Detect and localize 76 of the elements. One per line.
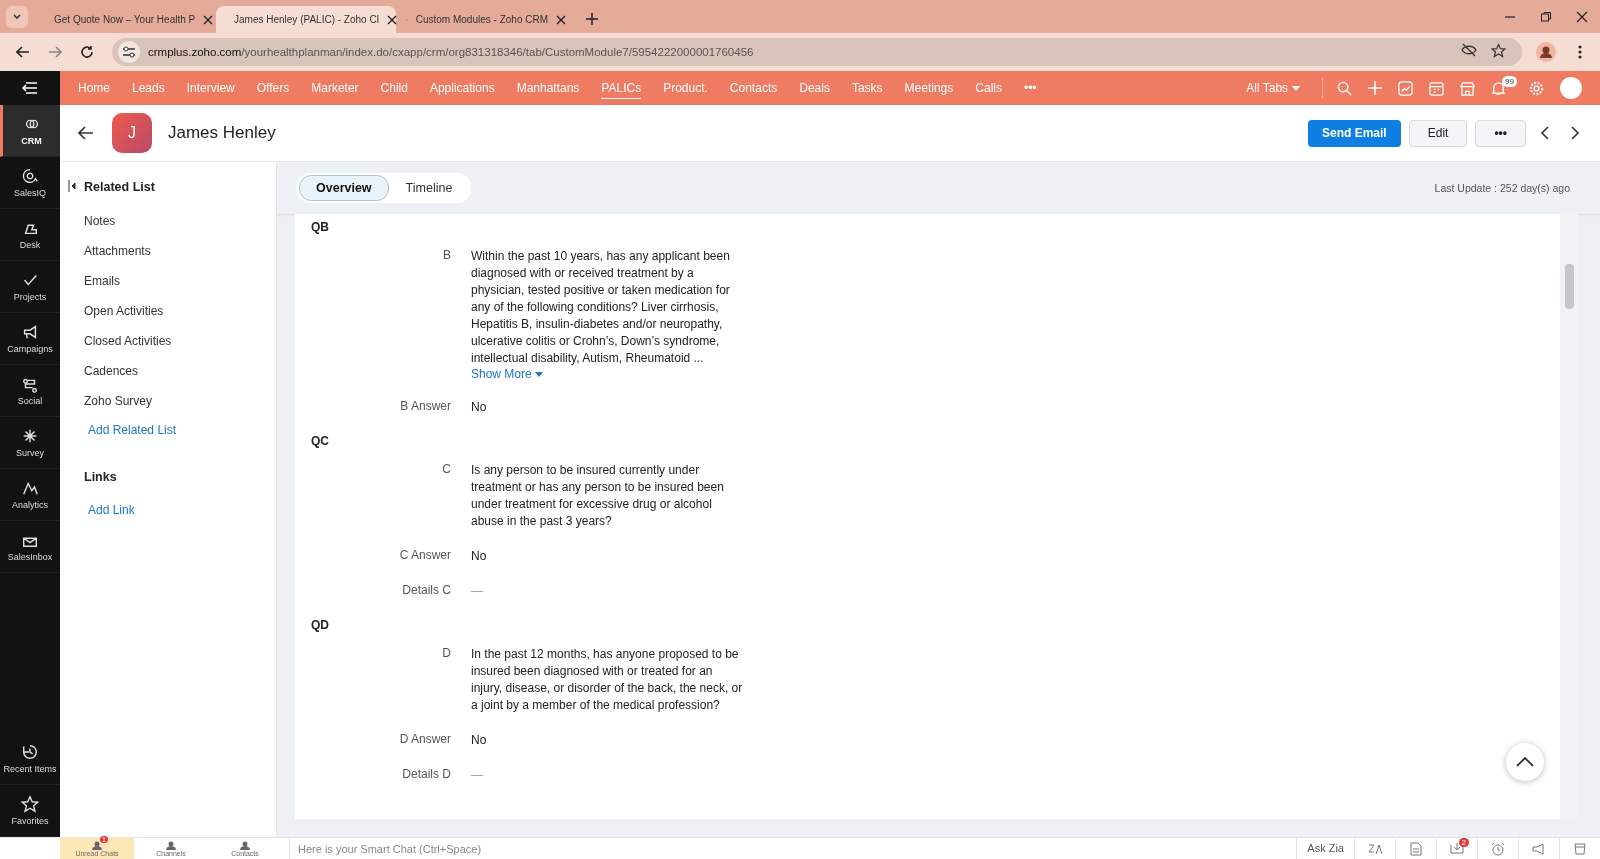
field-label: C Answer (398, 548, 451, 564)
app-icon (21, 427, 39, 445)
related-list-item[interactable]: Cadences (68, 356, 276, 386)
app-switcher-item[interactable]: SalesIQ (0, 157, 60, 209)
app-switcher-item[interactable]: SalesInbox (0, 521, 60, 573)
field-label: Details C (401, 583, 451, 599)
app-switcher-item[interactable]: Recent Items (0, 733, 60, 785)
field-label: C (441, 462, 451, 478)
app-switcher-item[interactable]: CRM (0, 105, 60, 157)
field-label: D (441, 646, 451, 662)
scroll-to-top-button[interactable] (1506, 743, 1544, 781)
notification-count-badge: 99 (1502, 75, 1517, 87)
related-list-item[interactable]: Emails (68, 266, 276, 296)
record-name: James Henley (168, 123, 276, 143)
chevron-up-icon (1516, 757, 1534, 767)
browser-tab[interactable]: Get Quote Now – Your Health P (36, 6, 216, 33)
field-value: Within the past 10 years, has any applicant been diagnosed with or received treatment by a physician, tested positive or taken medication for any of the following conditions? Liver cirrhosis, Hepatitis B, insulin-diabetes and/or neuropathy, ulcerative colitis or Crohn’s, Down’s syndrome, intellectual disability, Autism, Rheumatoid ... (471, 248, 731, 367)
close-icon[interactable] (203, 14, 214, 25)
section-title: QC (311, 434, 330, 448)
close-icon[interactable] (556, 14, 566, 25)
field-value: No (471, 399, 488, 416)
app-switcher-item[interactable]: Campaigns (0, 313, 60, 365)
app-switcher-item[interactable]: Desk (0, 209, 60, 261)
browser-tab[interactable]: Custom Modules - Zoho CRM (396, 6, 576, 33)
app-switcher-item[interactable]: Projects (0, 261, 60, 313)
download-count-badge: 2 (1458, 838, 1469, 847)
section-title: QB (311, 220, 330, 234)
field-value: Is any person to be insured currently under treatment or has any person to be insured been under treatment for excessive drug or alcohol abuse in the past 3 years? (471, 462, 725, 530)
related-list-heading: Related List (84, 180, 155, 194)
related-list-item[interactable]: Zoho Survey (68, 386, 276, 416)
close-icon[interactable] (386, 14, 397, 25)
download-icon[interactable] (1450, 842, 1464, 855)
related-list-item[interactable]: Open Activities (68, 296, 276, 326)
view-tab[interactable]: Overview (299, 175, 389, 201)
related-list-item[interactable]: Attachments (68, 236, 276, 266)
app-switcher-item[interactable]: Social (0, 365, 60, 417)
person-icon (91, 840, 103, 850)
field-label: D Answer (398, 732, 451, 748)
field-value: No (471, 732, 488, 749)
tab-list-button[interactable] (6, 6, 28, 28)
related-list-item[interactable]: Notes (68, 206, 276, 236)
edit-button[interactable]: Edit (1408, 119, 1468, 147)
address-bar[interactable]: crmplus.zoho.com/yourhealthplanman/index.do/cxapp/crm/org831318346/tab/CustomModule7/5954222000001760456 (112, 38, 1522, 66)
app-switcher-item[interactable]: Survey (0, 417, 60, 469)
record-avatar: J (112, 113, 152, 153)
related-list-item[interactable]: Closed Activities (68, 326, 276, 356)
ask-zia-button[interactable]: Ask Zia (1296, 838, 1354, 859)
field-value: No (471, 548, 488, 565)
links-heading: Links (84, 470, 118, 484)
last-update-text: Last Update : 252 day(s) ago (1434, 182, 1570, 194)
app-switcher-item[interactable]: Analytics (0, 469, 60, 521)
view-tab[interactable]: Timeline (388, 175, 470, 201)
show-more-link[interactable]: Show More (471, 367, 746, 381)
new-tab-icon[interactable] (586, 13, 598, 25)
field-label: B (442, 248, 451, 264)
url-text: crmplus.zoho.com/yourhealthplanman/index.do/cxapp/crm/org831318346/tab/CustomModule7/5954222000001760456 (148, 46, 754, 58)
field-label: B Answer (399, 399, 451, 415)
field-value: — (471, 583, 484, 600)
add-link-link[interactable]: Add Link (68, 496, 276, 524)
caret-icon (534, 372, 543, 378)
app-icon (21, 323, 39, 341)
app-icon (21, 167, 39, 185)
star-icon (21, 795, 39, 813)
history-icon (21, 743, 39, 761)
field-value: In the past 12 months, has anyone proposed to be insured been diagnosed with or treated for an injury, disease, or disorder of the back, the neck, or a joint by a member of the medical profession? (471, 646, 744, 714)
add-related-list-link[interactable]: Add Related List (68, 416, 276, 444)
field-value: — (471, 767, 484, 784)
person-icon (165, 840, 177, 850)
more-actions-button[interactable]: ••• (1475, 119, 1526, 147)
person-icon (239, 840, 251, 850)
field-label: Details D (401, 767, 451, 783)
browser-tab[interactable]: James Henley (PALIC) - Zoho Cl (216, 6, 396, 33)
caret-icon[interactable] (1292, 85, 1301, 91)
site-settings-icon[interactable] (118, 41, 140, 63)
send-email-button[interactable]: Send Email (1308, 119, 1401, 147)
section-title: QD (311, 618, 330, 632)
